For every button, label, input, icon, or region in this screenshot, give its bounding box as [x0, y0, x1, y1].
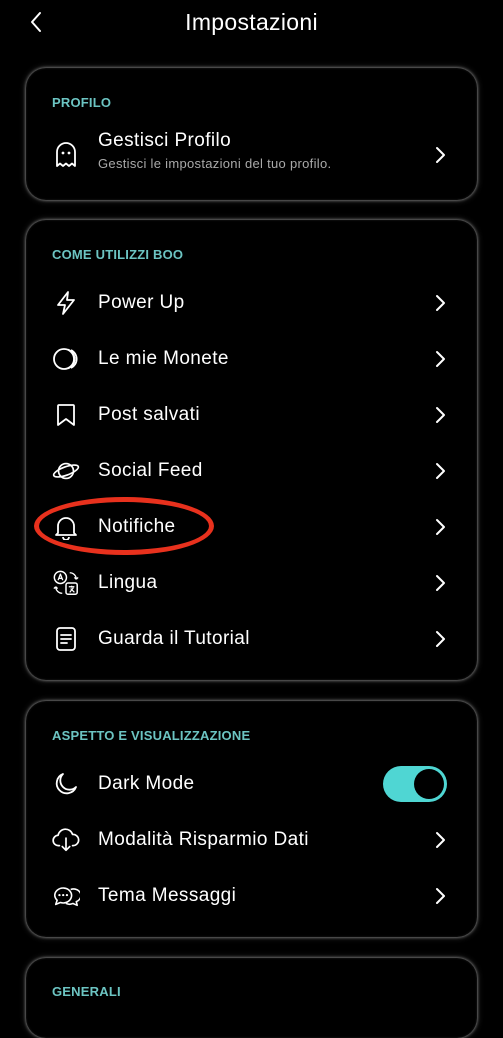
chat-bubbles-icon: [52, 882, 80, 910]
chevron-right-icon: [433, 573, 447, 593]
saved-posts-label: Post salvati: [98, 404, 200, 425]
social-feed-label: Social Feed: [98, 460, 203, 481]
dark-mode-label: Dark Mode: [98, 773, 195, 794]
power-up-label: Power Up: [98, 292, 185, 313]
chevron-right-icon: [433, 629, 447, 649]
message-theme-label: Tema Messaggi: [98, 885, 237, 906]
power-up-item[interactable]: Power Up: [26, 275, 477, 331]
chevron-right-icon: [433, 405, 447, 425]
translate-icon: [52, 569, 80, 597]
notifications-item[interactable]: Notifiche: [26, 499, 477, 555]
usage-card: COME UTILIZZI BOO Power Up Le mie Monete…: [26, 220, 477, 680]
data-saver-item[interactable]: Modalità Risparmio Dati: [26, 812, 477, 868]
tutorial-item[interactable]: Guarda il Tutorial: [26, 611, 477, 667]
bookmark-icon: [52, 401, 80, 429]
chevron-right-icon: [433, 886, 447, 906]
saved-posts-item[interactable]: Post salvati: [26, 387, 477, 443]
lightning-icon: [52, 289, 80, 317]
chevron-right-icon: [433, 830, 447, 850]
ghost-icon: [52, 141, 80, 169]
language-item[interactable]: Lingua: [26, 555, 477, 611]
toggle-knob: [414, 769, 444, 799]
chevron-right-icon: [433, 461, 447, 481]
chevron-right-icon: [433, 293, 447, 313]
page-title: Impostazioni: [185, 9, 318, 35]
section-heading-profile: PROFILO: [52, 95, 112, 110]
section-heading-general: GENERALI: [52, 984, 121, 999]
section-heading-appearance: ASPETTO E VISUALIZZAZIONE: [52, 728, 251, 743]
data-saver-label: Modalità Risparmio Dati: [98, 829, 309, 850]
language-label: Lingua: [98, 572, 158, 593]
profile-card: PROFILO Gestisci Profilo Gestisci le imp…: [26, 68, 477, 200]
message-theme-item[interactable]: Tema Messaggi: [26, 868, 477, 924]
chevron-right-icon: [433, 145, 447, 165]
dark-mode-toggle[interactable]: [383, 766, 447, 802]
manage-profile-label: Gestisci Profilo: [98, 130, 232, 151]
my-coins-label: Le mie Monete: [98, 348, 229, 369]
notifications-label: Notifiche: [98, 516, 176, 537]
coins-icon: [52, 345, 80, 373]
appearance-card: ASPETTO E VISUALIZZAZIONE Dark Mode Moda…: [26, 701, 477, 937]
chevron-right-icon: [433, 517, 447, 537]
header: Impostazioni: [0, 0, 503, 44]
document-icon: [52, 625, 80, 653]
bell-icon: [52, 513, 80, 541]
manage-profile-subtitle: Gestisci le impostazioni del tuo profilo…: [98, 156, 332, 171]
dark-mode-item: Dark Mode: [26, 756, 477, 812]
my-coins-item[interactable]: Le mie Monete: [26, 331, 477, 387]
general-card: GENERALI: [26, 958, 477, 1038]
moon-icon: [52, 770, 80, 798]
social-feed-item[interactable]: Social Feed: [26, 443, 477, 499]
chevron-right-icon: [433, 349, 447, 369]
section-heading-usage: COME UTILIZZI BOO: [52, 247, 184, 262]
planet-icon: [52, 457, 80, 485]
cloud-download-icon: [52, 826, 80, 854]
tutorial-label: Guarda il Tutorial: [98, 628, 250, 649]
